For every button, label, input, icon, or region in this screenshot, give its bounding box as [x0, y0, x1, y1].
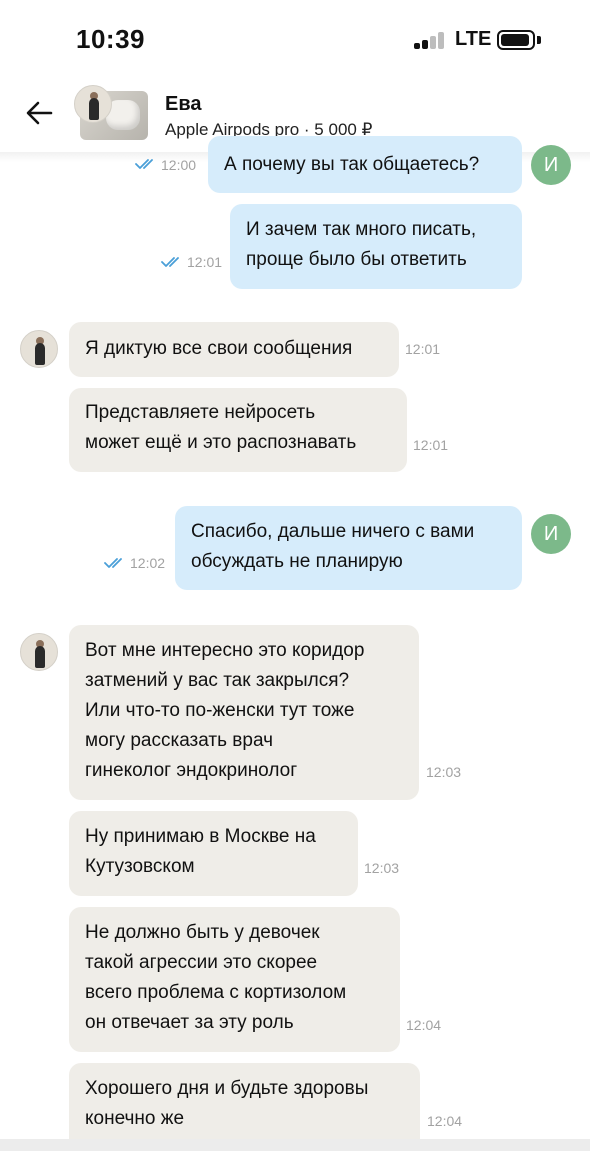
- message-time: 12:00: [161, 157, 197, 173]
- message-time: 12:04: [427, 1113, 463, 1129]
- message-time: 12:04: [406, 1017, 442, 1033]
- message-bubble-outgoing[interactable]: И зачем так много писать, проще было бы …: [230, 204, 522, 289]
- message-time: 12:01: [405, 341, 441, 357]
- message-time: 12:01: [187, 254, 223, 270]
- battery-cap: [537, 36, 541, 44]
- message-bubble-incoming[interactable]: Не должно быть у девочек такой агрессии …: [69, 907, 400, 1052]
- message-time: 12:02: [130, 555, 166, 571]
- read-checkmarks-icon: [135, 159, 153, 169]
- message-bubble-incoming[interactable]: Представляете нейросеть может ещё и это …: [69, 388, 407, 472]
- bottom-bar: [0, 1139, 590, 1151]
- message-bubble-incoming[interactable]: Ну принимаю в Москве на Кутузовском: [69, 811, 358, 896]
- contact-avatar: [20, 330, 58, 368]
- back-arrow-icon[interactable]: [24, 98, 54, 128]
- my-avatar: И: [531, 145, 571, 185]
- my-avatar: И: [531, 514, 571, 554]
- contact-avatar: [74, 85, 112, 123]
- message-bubble-outgoing[interactable]: А почему вы так общаетесь?: [208, 136, 522, 193]
- message-bubble-outgoing[interactable]: Спасибо, дальше ничего с вами обсуждать …: [175, 506, 522, 590]
- read-checkmarks-icon: [161, 257, 179, 267]
- network-type: LTE: [455, 28, 492, 50]
- contact-name[interactable]: Ева: [165, 93, 202, 116]
- message-time: 12:03: [364, 860, 400, 876]
- status-bar: 10:39 LTE: [0, 0, 590, 80]
- contact-avatar: [20, 633, 58, 671]
- message-time: 12:01: [413, 437, 449, 453]
- message-bubble-incoming[interactable]: Вот мне интересно это коридор затмений у…: [69, 625, 419, 800]
- message-bubble-incoming[interactable]: Хорошего дня и будьте здоровы конечно же: [69, 1063, 420, 1151]
- cellular-signal-icon: [414, 31, 448, 49]
- status-time: 10:39: [76, 24, 145, 54]
- battery-icon: [497, 30, 535, 50]
- message-time: 12:03: [426, 764, 462, 780]
- read-checkmarks-icon: [104, 558, 122, 568]
- message-bubble-incoming[interactable]: Я диктую все свои сообщения: [69, 322, 399, 377]
